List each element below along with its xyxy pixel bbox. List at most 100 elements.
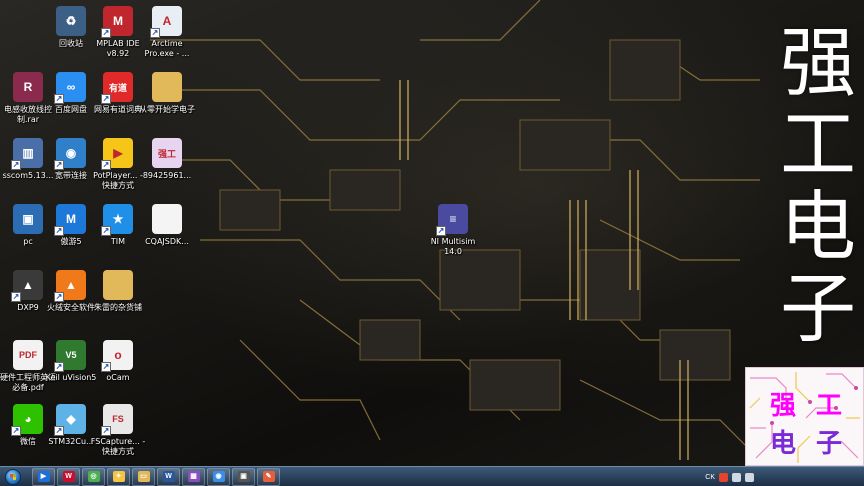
- computer-icon: ▣: [13, 204, 43, 234]
- broadband-icon: ◉ ↗: [54, 138, 86, 170]
- brand-vertical-text: 强 工 电 子: [772, 22, 864, 350]
- shortcut-arrow-icon: ↗: [54, 160, 64, 170]
- brand-char: 强: [780, 18, 856, 107]
- winrar-icon: R: [13, 72, 43, 102]
- desktop-icon-label: FSCapture... - 快捷方式: [90, 437, 146, 456]
- desktop-icon[interactable]: 朱雷的杂货铺: [90, 270, 146, 313]
- desktop-icon-label: 89425961...: [142, 171, 192, 180]
- altium-dxp-icon: ▲ ↗: [11, 270, 43, 302]
- desktop-icon[interactable]: ≡ ↗ NI Multisim 14.0: [425, 204, 481, 257]
- desktop-icon[interactable]: FS ↗ FSCapture... - 快捷方式: [90, 404, 146, 457]
- paint-icon: ✎: [262, 471, 275, 482]
- shortcut-arrow-icon: ↗: [11, 426, 21, 436]
- desktop-icon[interactable]: ▶ ↗ PotPlayer... - 快捷方式: [90, 138, 146, 191]
- shortcut-arrow-icon: ↗: [150, 28, 160, 38]
- desktop-icon-label: 网易有道词典: [94, 105, 142, 114]
- desktop-icon[interactable]: A ↗ Arctime Pro.exe - ...: [139, 6, 195, 59]
- wechat-icon: ◕ ↗: [11, 404, 43, 436]
- pdf-icon: PDF: [13, 340, 43, 370]
- desktop-icon-label: 火绒安全软件: [47, 303, 95, 312]
- file-icon: [152, 204, 182, 234]
- shortcut-arrow-icon: ↗: [54, 362, 64, 372]
- multisim-icon: ≡ ↗: [436, 204, 468, 236]
- brand-logo: 强 工 电 子: [745, 367, 864, 466]
- brand-char: 子: [780, 264, 856, 353]
- shortcut-arrow-icon: ↗: [101, 426, 111, 436]
- shortcut-arrow-icon: ↗: [101, 94, 111, 104]
- taskbar-button[interactable]: ▶: [32, 467, 55, 486]
- keil-icon: V5 ↗: [54, 340, 86, 372]
- desktop-icon-label: TIM: [110, 237, 126, 246]
- word-icon: W: [162, 471, 175, 482]
- logo-char: 工: [816, 391, 843, 421]
- taskbar-button[interactable]: ✎: [257, 467, 280, 486]
- volume-icon[interactable]: [745, 472, 754, 482]
- desktop-icon-label: MPLAB IDE v8.92: [96, 39, 140, 58]
- mplab-icon: M ↗: [101, 6, 133, 38]
- logo-char: 电: [770, 429, 797, 459]
- desktop-icon-label: PotPlayer... - 快捷方式: [93, 171, 143, 190]
- tray-icons: [719, 472, 754, 482]
- desktop-icon[interactable]: 强工 89425961...: [139, 138, 195, 181]
- desktop-icon[interactable]: CQAJSDK...: [139, 204, 195, 247]
- ime-indicator[interactable]: CK: [705, 474, 715, 481]
- stm32cube-icon: ◆ ↗: [54, 404, 86, 436]
- huorong-icon: ▲ ↗: [54, 270, 86, 302]
- taskbar-button[interactable]: W: [57, 467, 80, 486]
- shortcut-arrow-icon: ↗: [436, 226, 446, 236]
- system-tray: CK: [705, 469, 754, 485]
- folder-icon: [152, 72, 182, 102]
- image-file-icon: 强工: [152, 138, 182, 168]
- brand-char: 工: [780, 100, 856, 189]
- desktop-icon[interactable]: 有道 ↗ 网易有道词典: [90, 72, 146, 115]
- desktop-icon-label: 百度网盘: [55, 105, 87, 114]
- shortcut-arrow-icon: ↗: [54, 292, 64, 302]
- sogou-icon[interactable]: [719, 472, 728, 482]
- youdao-icon: 有道 ↗: [101, 72, 133, 104]
- sscom-icon: ▥ ↗: [11, 138, 43, 170]
- desktop-icon-label: Keil uVision5: [45, 373, 97, 382]
- desktop-icon[interactable]: o ↗ oCam: [90, 340, 146, 383]
- shortcut-arrow-icon: ↗: [54, 426, 64, 436]
- baidu-netdisk-icon: ∞ ↗: [54, 72, 86, 104]
- fscapture-icon: FS ↗: [101, 404, 133, 436]
- taskbar-button[interactable]: W: [157, 467, 180, 486]
- taskbar-apps: ▶ W ◎ ✦ ▭ W ▦ ◉ ▣ ✎: [30, 467, 280, 486]
- ocam-icon: o ↗: [101, 340, 133, 372]
- taskbar-button[interactable]: ▣: [232, 467, 255, 486]
- taskbar-button[interactable]: ▭: [132, 467, 155, 486]
- logo-char: 强: [770, 391, 797, 421]
- arctime-icon: A ↗: [150, 6, 182, 38]
- taskbar-button[interactable]: ◎: [82, 467, 105, 486]
- desktop-icon[interactable]: ★ ↗ TIM: [90, 204, 146, 247]
- brand-char: 电: [780, 182, 856, 271]
- start-button[interactable]: [0, 467, 26, 486]
- taskbar-button[interactable]: ◉: [207, 467, 230, 486]
- app-icon: ▦: [187, 471, 200, 482]
- folder-icon: [103, 270, 133, 300]
- desktop-icon-label: 从零开始学电子: [139, 105, 195, 114]
- shortcut-arrow-icon: ↗: [101, 160, 111, 170]
- desktop-icon[interactable]: 从零开始学电子: [139, 72, 195, 115]
- shortcut-arrow-icon: ↗: [11, 160, 21, 170]
- tim-icon: ★ ↗: [101, 204, 133, 236]
- desktop-icon-label: 朱雷的杂货铺: [94, 303, 142, 312]
- shortcut-arrow-icon: ↗: [54, 226, 64, 236]
- taskbar-button[interactable]: ✦: [107, 467, 130, 486]
- desktop-icon-label: NI Multisim 14.0: [430, 237, 476, 256]
- shortcut-arrow-icon: ↗: [101, 226, 111, 236]
- logo-char: 子: [816, 429, 843, 459]
- media-player-icon: ▶: [37, 471, 50, 482]
- recycle-bin-icon: ♻: [56, 6, 86, 36]
- chrome-icon: ◎: [87, 471, 100, 482]
- desktop-icon[interactable]: M ↗ MPLAB IDE v8.92: [90, 6, 146, 59]
- desktop-icon-label: 宽带连接: [55, 171, 87, 180]
- desktop-icon-label: pc: [23, 237, 33, 246]
- shortcut-arrow-icon: ↗: [101, 362, 111, 372]
- potplayer-icon: ▶ ↗: [101, 138, 133, 170]
- desktop-icon-label: Arctime Pro.exe - ...: [144, 39, 190, 58]
- taskbar-button[interactable]: ▦: [182, 467, 205, 486]
- desktop-icon-label: 微信: [20, 437, 36, 446]
- desktop-icon-label: 回收站: [59, 39, 83, 48]
- network-icon[interactable]: [732, 472, 741, 482]
